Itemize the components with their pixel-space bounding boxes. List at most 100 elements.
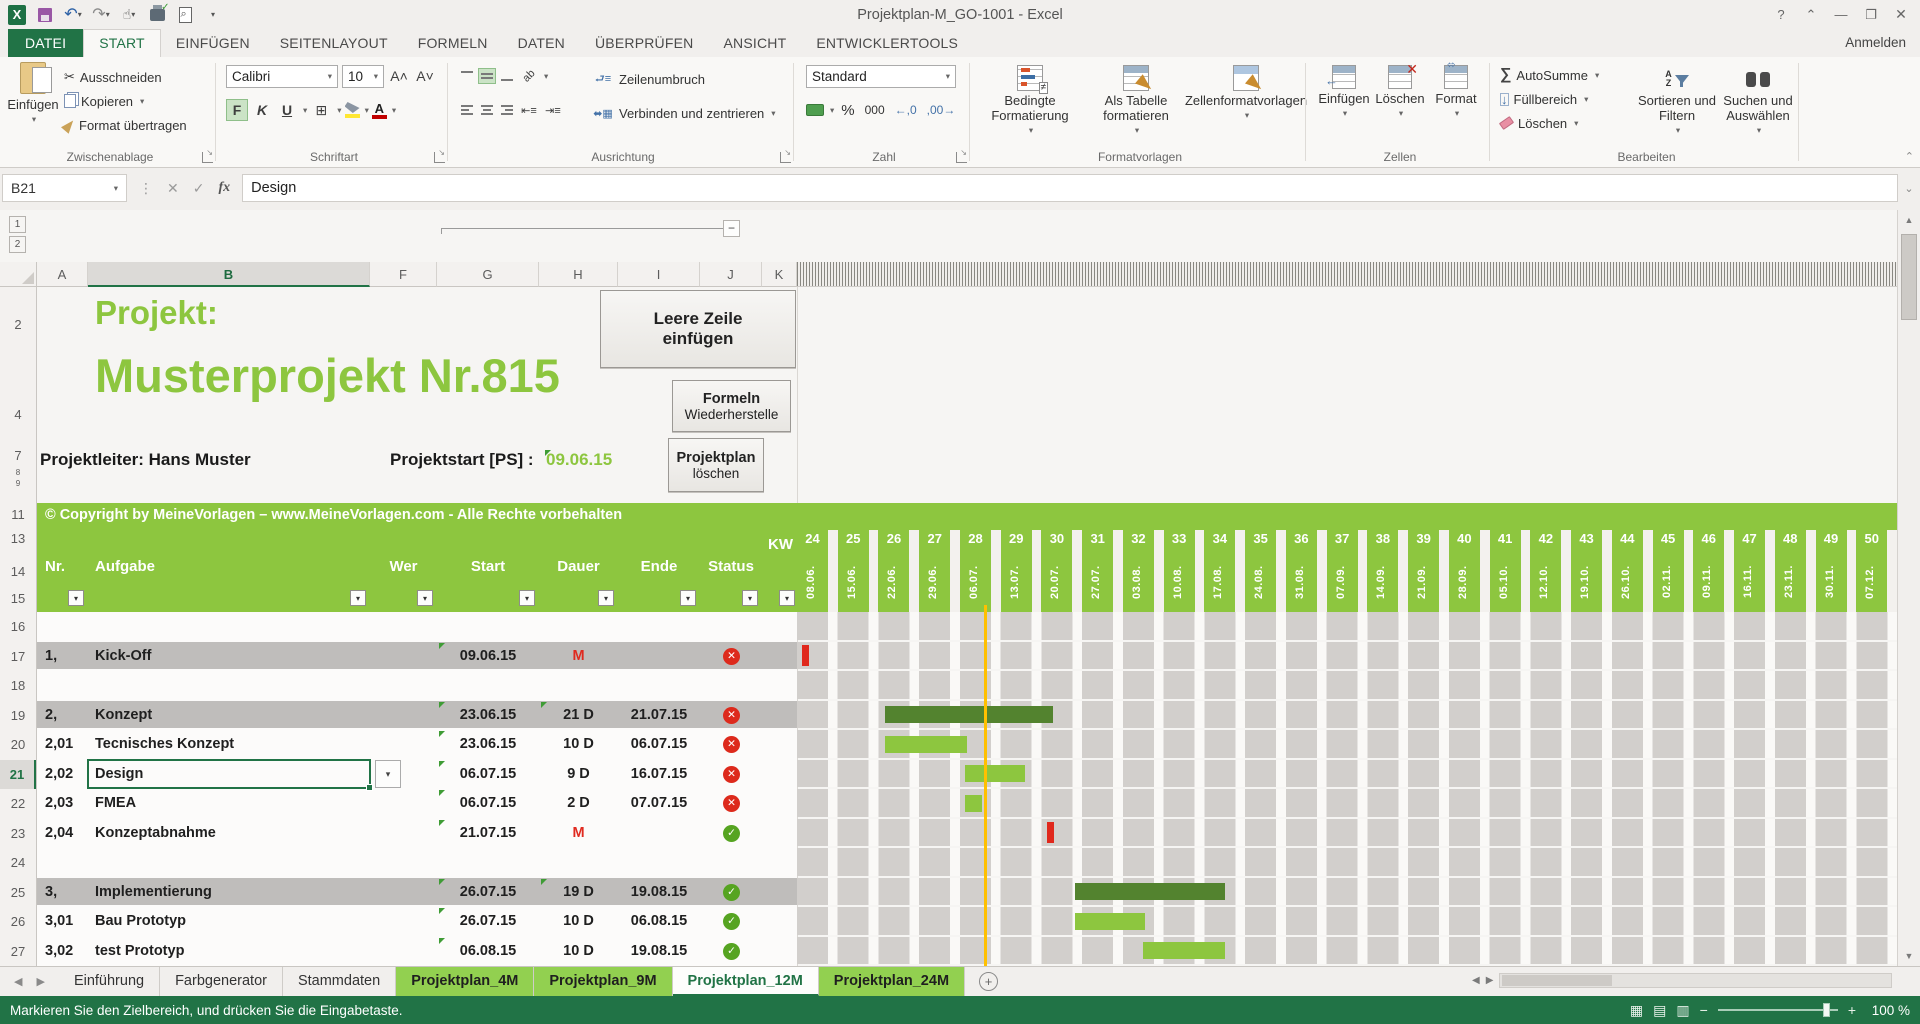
enter-icon[interactable]: ✓: [193, 180, 205, 197]
align-top-icon[interactable]: [458, 68, 476, 84]
cell-nr[interactable]: 2,02: [45, 760, 73, 790]
filter-button[interactable]: ▾: [598, 590, 614, 606]
sheet-nav-prev-icon[interactable]: ◀: [14, 975, 22, 988]
decrease-indent-icon[interactable]: ⇤≡: [518, 99, 540, 121]
font-color-icon[interactable]: A: [372, 101, 387, 119]
row-header-15[interactable]: 15: [0, 588, 36, 610]
row-header-17[interactable]: 17: [0, 642, 36, 672]
fill-color-icon[interactable]: [345, 102, 360, 118]
zoom-slider-thumb[interactable]: [1823, 1003, 1830, 1017]
cell-start[interactable]: 26.07.15: [440, 907, 536, 937]
merge-center-button[interactable]: ⬌▦Verbinden und zentrieren▾: [592, 101, 776, 125]
zoom-out-icon[interactable]: −: [1700, 1002, 1708, 1018]
row-header-19[interactable]: 19: [0, 701, 36, 731]
row-header-22[interactable]: 22: [0, 789, 36, 819]
row-header-14[interactable]: 14: [0, 556, 36, 588]
decrease-font-icon[interactable]: A˅: [414, 65, 436, 87]
name-box-splitter[interactable]: ⋮: [139, 180, 153, 197]
filter-button[interactable]: ▾: [680, 590, 696, 606]
row-header-11[interactable]: 11: [0, 501, 36, 528]
cell-nr[interactable]: 3,01: [45, 907, 73, 937]
cell-start[interactable]: 23.06.15: [440, 701, 536, 731]
column-header-k[interactable]: K: [762, 262, 797, 287]
borders-icon[interactable]: ⊞: [310, 99, 332, 121]
align-right-icon[interactable]: [498, 102, 516, 118]
insert-blank-row-button[interactable]: Leere Zeileeinfügen: [600, 290, 796, 368]
sort-filter-button[interactable]: AZ Sortieren und Filtern▾: [1634, 65, 1720, 138]
sheet-tab-stammdaten[interactable]: Stammdaten: [283, 967, 396, 996]
cell-end[interactable]: 07.07.15: [611, 789, 707, 819]
row-header-4[interactable]: 4: [0, 400, 36, 430]
sheet-tab-projektplan_9m[interactable]: Projektplan_9M: [534, 967, 672, 996]
formula-input[interactable]: Design: [242, 174, 1898, 202]
vertical-scroll-thumb[interactable]: [1901, 234, 1917, 320]
clipboard-dialog-launcher-icon[interactable]: [202, 152, 213, 163]
horizontal-scrollbar[interactable]: ◀ ▶: [1472, 970, 1892, 990]
page-layout-view-icon[interactable]: ▤: [1653, 1002, 1666, 1019]
cell-nr[interactable]: 2,04: [45, 819, 73, 849]
cell-task[interactable]: Implementierung: [95, 878, 212, 908]
underline-button[interactable]: U: [276, 99, 298, 121]
cell-task[interactable]: Bau Prototyp: [95, 907, 186, 937]
cell-duration[interactable]: M: [531, 819, 627, 849]
ribbon-tab-daten[interactable]: DATEN: [503, 29, 580, 57]
sheet-tab-projektplan_24m[interactable]: Projektplan_24M: [819, 967, 965, 996]
ribbon-tab-überprüfen[interactable]: ÜBERPRÜFEN: [580, 29, 708, 57]
column-header-g[interactable]: G: [437, 262, 539, 287]
row-header-24[interactable]: 24: [0, 848, 36, 878]
cell-end[interactable]: 19.08.15: [611, 878, 707, 908]
outline-level-1-button[interactable]: 1: [9, 216, 26, 233]
cell-start[interactable]: 06.07.15: [440, 789, 536, 819]
font-dialog-launcher-icon[interactable]: [434, 152, 445, 163]
cancel-icon[interactable]: ✕: [167, 180, 179, 197]
filter-button[interactable]: ▾: [417, 590, 433, 606]
italic-button[interactable]: K: [251, 99, 273, 121]
font-size-select[interactable]: 10▾: [342, 65, 384, 88]
cell-task[interactable]: Konzeptabnahme: [95, 819, 216, 849]
increase-decimal-icon[interactable]: ←,0: [892, 99, 920, 121]
cell-start[interactable]: 06.08.15: [440, 937, 536, 967]
normal-view-icon[interactable]: ▦: [1630, 1002, 1643, 1019]
scroll-down-icon[interactable]: ▼: [1898, 946, 1920, 966]
close-button[interactable]: ✕: [1886, 6, 1916, 23]
sheet-tab-projektplan_4m[interactable]: Projektplan_4M: [396, 967, 534, 996]
row-header-21[interactable]: 21: [0, 760, 36, 790]
insert-function-icon[interactable]: fx: [218, 180, 230, 196]
gantt-column-headers[interactable]: [797, 262, 1897, 287]
ribbon-tab-start[interactable]: START: [83, 29, 161, 57]
column-header-h[interactable]: H: [539, 262, 618, 287]
alignment-dialog-launcher-icon[interactable]: [780, 152, 791, 163]
align-center-icon[interactable]: [478, 102, 496, 118]
format-cells-button[interactable]: ⬄ Format▾: [1430, 65, 1482, 121]
restore-button[interactable]: ❐: [1856, 7, 1886, 23]
fill-button[interactable]: ↓Füllbereich▾: [1500, 87, 1599, 111]
row-header-16[interactable]: 16: [0, 612, 36, 642]
cell-nr[interactable]: 2,01: [45, 730, 73, 760]
minimize-button[interactable]: —: [1826, 7, 1856, 22]
clear-button[interactable]: Löschen▾: [1500, 111, 1599, 135]
row-header-7[interactable]: 7: [0, 443, 36, 469]
filter-button[interactable]: ▾: [742, 590, 758, 606]
row-header-25[interactable]: 25: [0, 878, 36, 908]
formula-bar-expand-icon[interactable]: ⌄: [1898, 182, 1920, 195]
decrease-decimal-icon[interactable]: ,00→: [924, 99, 959, 121]
zoom-slider[interactable]: [1718, 1009, 1838, 1011]
collapse-ribbon-icon[interactable]: ⌃: [1905, 150, 1914, 163]
cell-dropdown-button[interactable]: ▾: [375, 760, 401, 788]
name-box[interactable]: B21▾: [2, 174, 127, 202]
currency-icon[interactable]: [806, 104, 824, 116]
sheet-tab-projektplan_12m[interactable]: Projektplan_12M: [673, 967, 819, 996]
cell-nr[interactable]: 2,: [45, 701, 57, 731]
row-header-23[interactable]: 23: [0, 819, 36, 849]
column-header-f[interactable]: F: [370, 262, 437, 287]
cell-end[interactable]: 16.07.15: [611, 760, 707, 790]
number-format-select[interactable]: Standard▾: [806, 65, 956, 88]
help-button[interactable]: ?: [1766, 7, 1796, 22]
increase-indent-icon[interactable]: ⇥≡: [542, 99, 564, 121]
find-select-button[interactable]: Suchen und Auswählen▾: [1720, 65, 1796, 138]
ribbon-tab-ansicht[interactable]: ANSICHT: [708, 29, 801, 57]
outline-level-2-button[interactable]: 2: [9, 236, 26, 253]
ribbon-tab-entwicklertools[interactable]: ENTWICKLERTOOLS: [801, 29, 973, 57]
increase-font-icon[interactable]: A˄: [388, 65, 410, 87]
cell-start[interactable]: 23.06.15: [440, 730, 536, 760]
